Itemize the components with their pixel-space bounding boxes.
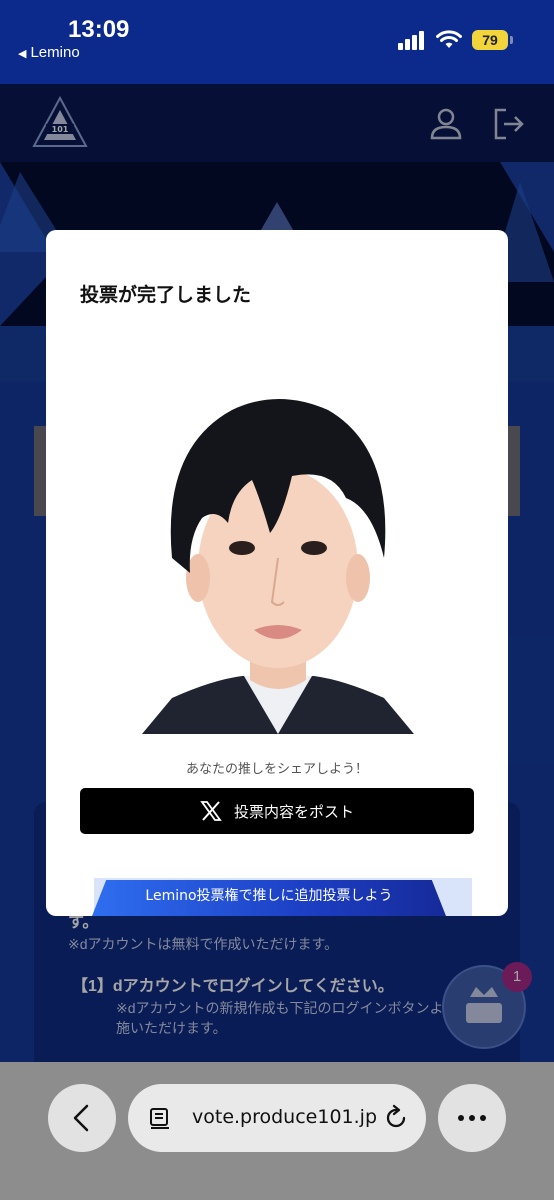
chevron-left-icon xyxy=(73,1104,89,1132)
vote-complete-modal: 投票が完了しました あなたの推しをシェアしよう！ 投票内容をポスト Lemino… xyxy=(46,230,508,916)
battery-indicator: 79 xyxy=(472,30,513,50)
wifi-icon xyxy=(436,30,462,48)
status-bar: 13:09 ◀ Lemino 79 xyxy=(0,0,554,84)
reload-icon[interactable] xyxy=(382,1104,410,1132)
lemino-vote-banner[interactable]: Lemino投票権で推しに追加投票しよう xyxy=(92,880,446,916)
back-app-label: Lemino xyxy=(30,44,80,61)
back-triangle-icon: ◀ xyxy=(18,48,27,60)
back-to-app-link[interactable]: ◀ Lemino xyxy=(18,44,80,61)
x-logo-icon xyxy=(200,801,222,821)
reader-icon[interactable] xyxy=(148,1106,172,1130)
browser-more-button[interactable] xyxy=(438,1084,506,1152)
modal-title: 投票が完了しました xyxy=(80,284,252,306)
post-to-x-button[interactable]: 投票内容をポスト xyxy=(80,788,474,834)
address-bar[interactable]: vote.produce101.jp xyxy=(128,1084,426,1152)
post-button-label: 投票内容をポスト xyxy=(233,802,354,821)
signal-icon xyxy=(398,31,424,50)
candidate-photo xyxy=(132,358,424,734)
browser-back-button[interactable] xyxy=(48,1084,116,1152)
ellipsis-icon xyxy=(458,1115,486,1121)
status-time: 13:09 xyxy=(68,16,130,43)
url-text[interactable]: vote.produce101.jp xyxy=(192,1106,377,1128)
status-icons: 79 xyxy=(398,30,513,50)
share-caption: あなたの推しをシェアしよう！ xyxy=(185,762,368,777)
